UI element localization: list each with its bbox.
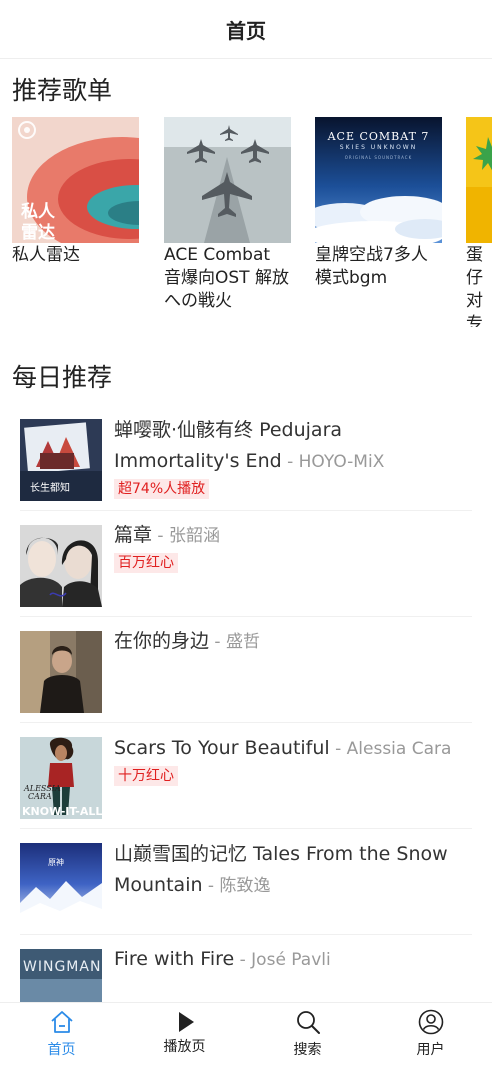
user-icon <box>418 1009 444 1035</box>
svg-text:WINGMAN: WINGMAN <box>23 959 101 975</box>
song-separator: - <box>329 739 347 759</box>
song-title: 在你的身边 <box>114 630 210 652</box>
song-artist: José Pavli <box>251 950 331 970</box>
list-item[interactable]: 在你的身边 - 盛哲 <box>20 616 472 723</box>
song-artist: Alessia Cara <box>346 739 452 759</box>
tab-label: 用户 <box>416 1042 445 1058</box>
song-title: Scars To Your Beautiful <box>114 737 330 759</box>
popularity-badge: 超74%人播放 <box>114 479 210 499</box>
song-artist: HOYO-MiX <box>298 452 385 472</box>
song-separator: - <box>281 452 299 472</box>
playlist-card-private-radar[interactable]: 私人 雷达 私人雷达 <box>12 117 139 267</box>
playlist-cover[interactable] <box>466 117 492 243</box>
svg-text:原神: 原神 <box>48 857 64 867</box>
song-title-line: 在你的身边 - 盛哲 <box>114 626 472 658</box>
song-separator: - <box>202 876 220 896</box>
page-title: 首页 <box>226 18 266 43</box>
playlist-card-ace-combat-7[interactable]: ACE COMBAT 7 SKIES UNKNOWN ORIGINAL SOUN… <box>315 117 442 290</box>
playlist-card-ace-combat[interactable]: ACE Combat 音爆向OST 解放への戦火 <box>164 117 291 313</box>
song-title-line: Scars To Your Beautiful - Alessia Cara <box>114 733 472 765</box>
song-title: Fire with Fire <box>114 948 235 970</box>
bottom-tab-bar: 首页 播放页 搜索 用户 <box>0 1002 492 1065</box>
cover-title-line2: 雷达 <box>21 223 55 243</box>
playlist-card-eggy-party[interactable]: 蛋仔对专 <box>466 117 492 327</box>
playlist-cover[interactable] <box>164 117 291 243</box>
playlist-cover[interactable]: 私人 雷达 <box>12 117 139 243</box>
song-cover: ALESSIA CARA KNOW-IT-ALL <box>20 737 102 819</box>
tab-user[interactable]: 用户 <box>369 1003 492 1065</box>
list-item[interactable]: 长生都知 蝉嘤歌·仙骸有终 Pedujara Immortality's End… <box>20 404 472 511</box>
tab-search[interactable]: 搜索 <box>246 1003 369 1065</box>
song-artist: 张韶涵 <box>168 526 220 546</box>
tab-label: 首页 <box>47 1042 76 1058</box>
search-icon <box>297 1011 320 1034</box>
song-title: 山巅雪国的记忆 Tales From the Snow Mountain <box>114 843 448 896</box>
song-artist: 陈致逸 <box>219 876 271 896</box>
song-title-line: Fire with Fire - José Pavli <box>114 944 472 976</box>
list-item[interactable]: 篇章 - 张韶涵 百万红心 <box>20 510 472 617</box>
tab-label: 搜索 <box>293 1042 322 1058</box>
song-title-line: 山巅雪国的记忆 Tales From the Snow Mountain - 陈… <box>114 839 472 902</box>
song-cover: 长生都知 <box>20 419 102 501</box>
svg-text:CARA: CARA <box>28 792 52 801</box>
cover-title-line2: SKIES UNKNOWN <box>339 144 418 151</box>
playlist-name: 皇牌空战7多人模式bgm <box>315 245 428 288</box>
list-item[interactable]: 原神 山巅雪国的记忆 Tales From the Snow Mountain … <box>20 828 472 935</box>
daily-section-title: 每日推荐 <box>12 363 113 392</box>
song-artist: 盛哲 <box>225 632 260 652</box>
play-icon <box>179 1012 194 1032</box>
playlist-name: 蛋仔对专 <box>466 245 483 327</box>
home-icon <box>51 1011 73 1033</box>
song-separator: - <box>152 526 169 546</box>
tab-player[interactable]: 播放页 <box>123 1003 246 1065</box>
song-title-line: 篇章 - 张韶涵 <box>114 520 472 552</box>
svg-text:长生都知: 长生都知 <box>30 481 70 494</box>
song-cover: 原神 <box>20 843 102 925</box>
popularity-badge: 百万红心 <box>114 553 178 573</box>
playlist-name: ACE Combat 音爆向OST 解放への戦火 <box>164 245 289 311</box>
song-cover <box>20 631 102 713</box>
song-separator: - <box>209 632 226 652</box>
cover-title-line3: ORIGINAL SOUNDTRACK <box>344 155 413 160</box>
cover-title-line1: ACE COMBAT 7 <box>327 130 430 143</box>
tab-label: 播放页 <box>163 1039 206 1055</box>
playlist-cover[interactable]: ACE COMBAT 7 SKIES UNKNOWN ORIGINAL SOUN… <box>315 117 442 243</box>
song-title-line: 蝉嘤歌·仙骸有终 Pedujara Immortality's End - HO… <box>114 415 472 478</box>
list-item[interactable]: ALESSIA CARA KNOW-IT-ALL Scars To Your B… <box>20 722 472 829</box>
tab-home[interactable]: 首页 <box>0 1003 123 1065</box>
song-separator: - <box>234 950 252 970</box>
playlist-name: 私人雷达 <box>12 245 80 265</box>
svg-text:KNOW-IT-ALL: KNOW-IT-ALL <box>22 805 102 818</box>
top-bar: 首页 <box>0 0 492 59</box>
playlist-section-title: 推荐歌单 <box>12 76 113 105</box>
playlist-carousel[interactable]: 私人 雷达 私人雷达 ACE Combat 音爆向OST 解放への戦火 ACE … <box>12 117 492 327</box>
song-title: 篇章 <box>114 524 153 546</box>
song-cover <box>20 525 102 607</box>
popularity-badge: 十万红心 <box>114 766 178 786</box>
